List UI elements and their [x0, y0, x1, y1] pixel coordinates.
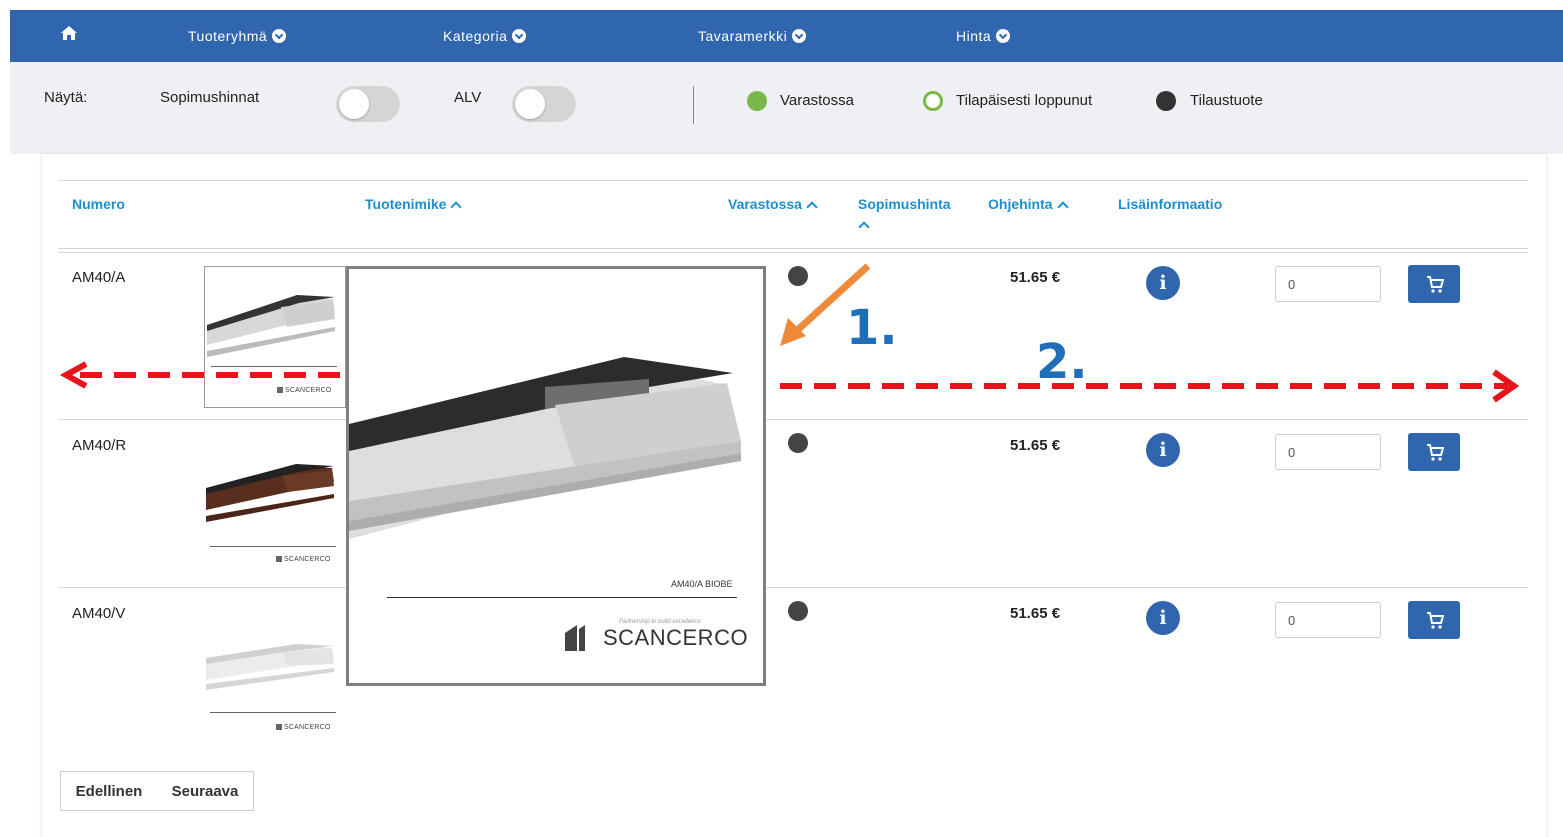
- annotation-label-1: 1.: [846, 300, 898, 356]
- annotation-label-2: 2.: [1036, 334, 1088, 390]
- annotation-overlay: [59, 263, 1520, 403]
